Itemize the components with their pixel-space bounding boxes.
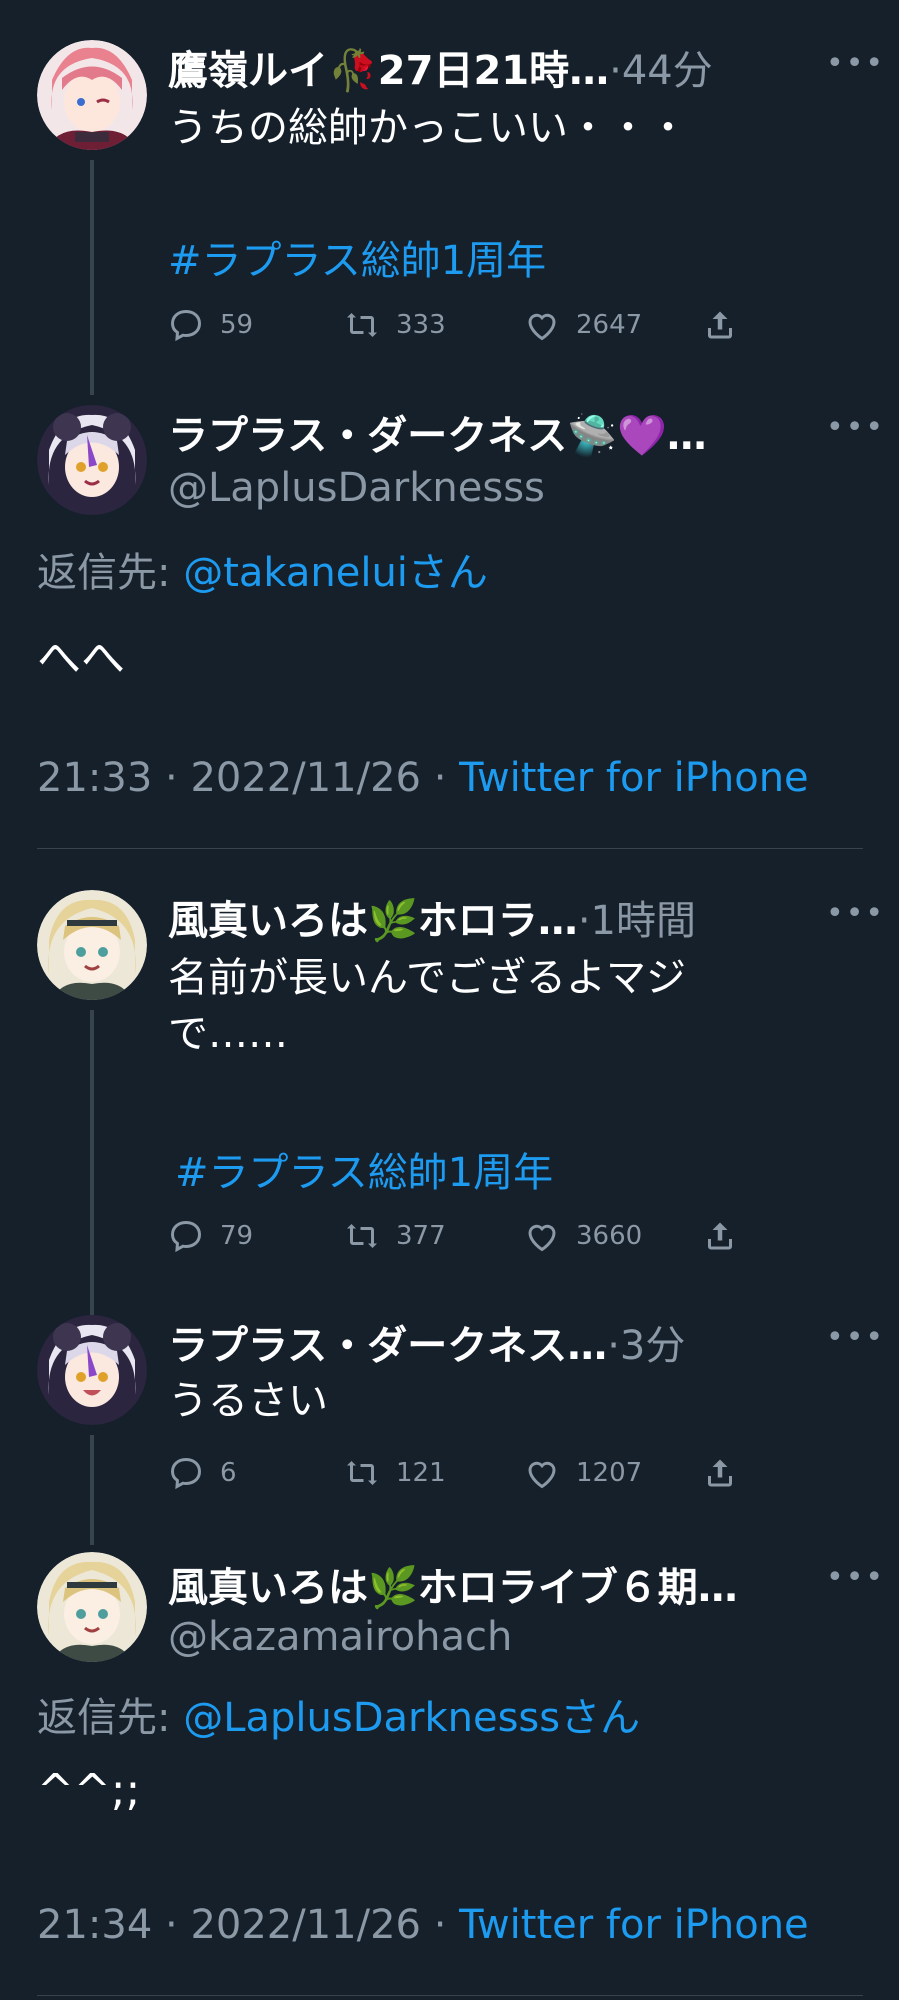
timestamp[interactable]: ·3分 [607, 1323, 685, 1369]
reply-to-line: 返信先: @LaplusDarknesssさん [37, 1695, 641, 1741]
tweet-date: 2022/11/26 [190, 755, 421, 801]
share-icon [708, 1459, 732, 1487]
tweet-actions: 79 377 3660 [168, 1216, 768, 1256]
more-icon[interactable]: ••• [826, 46, 885, 81]
retweet-icon [347, 313, 377, 337]
share-button[interactable] [702, 1216, 754, 1256]
heart-icon [528, 1461, 556, 1489]
display-name[interactable]: ラプラス・ダークネス🛸💜… [168, 403, 788, 461]
tweet-text: うちの総帥かっこいい・・・ [168, 105, 688, 151]
user-handle[interactable]: @LaplusDarknesss [168, 465, 545, 511]
timestamp[interactable]: ·44分 [609, 48, 713, 94]
retweet-button[interactable]: 333 [344, 305, 446, 345]
source-link[interactable]: Twitter for iPhone [459, 755, 809, 801]
tweet-meta: 21:34 · 2022/11/26 · Twitter for iPhone [37, 1902, 809, 1948]
more-icon[interactable]: ••• [826, 410, 885, 445]
retweet-icon [347, 1461, 377, 1485]
share-icon [708, 1222, 732, 1250]
retweet-icon [347, 1224, 377, 1248]
tweet-time: 21:34 [37, 1902, 153, 1948]
share-button[interactable] [702, 1453, 754, 1493]
user-handle[interactable]: @kazamairohach [168, 1614, 512, 1660]
like-button[interactable]: 1207 [524, 1453, 642, 1493]
like-button[interactable]: 2647 [524, 305, 642, 345]
avatar[interactable] [37, 1315, 147, 1425]
like-button[interactable]: 3660 [524, 1216, 642, 1256]
tweet-meta: 21:33 · 2022/11/26 · Twitter for iPhone [37, 755, 809, 801]
thread-line [90, 1010, 94, 1315]
more-icon[interactable]: ••• [826, 896, 885, 931]
share-icon [708, 311, 732, 339]
tweet-actions: 6 121 1207 [168, 1453, 768, 1493]
more-icon[interactable]: ••• [826, 1320, 885, 1355]
more-icon[interactable]: ••• [826, 1560, 885, 1595]
display-name[interactable]: ラプラス・ダークネス…·3分 [168, 1313, 818, 1371]
retweet-button[interactable]: 377 [344, 1216, 446, 1256]
thread-line [90, 1435, 94, 1545]
display-name[interactable]: 風真いろは🌿ホロラ…·1時間 [168, 888, 818, 946]
mention-link[interactable]: @LaplusDarknesssさん [183, 1695, 640, 1741]
avatar[interactable] [37, 890, 147, 1000]
thread-line [90, 160, 94, 395]
tweet-time: 21:33 [37, 755, 153, 801]
reply-button[interactable]: 59 [168, 305, 253, 345]
display-name[interactable]: 風真いろは🌿ホロライブ６期… [168, 1555, 808, 1613]
retweet-button[interactable]: 121 [344, 1453, 446, 1493]
hashtag-link[interactable]: #ラプラス総帥1周年 [175, 1140, 553, 1198]
avatar[interactable] [37, 40, 147, 150]
hashtag-link[interactable]: #ラプラス総帥1周年 [168, 228, 546, 286]
mention-link[interactable]: @takaneluiさん [183, 550, 488, 596]
tweet-date: 2022/11/26 [190, 1902, 421, 1948]
reply-icon [170, 309, 202, 342]
heart-icon [528, 313, 556, 341]
share-button[interactable] [702, 305, 754, 345]
avatar[interactable] [37, 405, 147, 515]
tweet-text: ^^;; [37, 1765, 141, 1816]
display-name[interactable]: 鷹嶺ルイ🥀27日21時…·44分 [168, 38, 818, 96]
avatar[interactable] [37, 1552, 147, 1662]
tweet-text: へへ [37, 633, 125, 684]
reply-button[interactable]: 79 [168, 1216, 253, 1256]
reply-to-line: 返信先: @takaneluiさん [37, 550, 488, 596]
tweet-actions: 59 333 2647 [168, 305, 768, 345]
reply-icon [170, 1457, 202, 1490]
reply-icon [170, 1220, 202, 1253]
divider [37, 848, 863, 849]
tweet-text: うるさい [168, 1378, 328, 1424]
heart-icon [528, 1224, 556, 1252]
divider [37, 1995, 863, 1996]
timestamp[interactable]: ·1時間 [578, 898, 696, 944]
reply-button[interactable]: 6 [168, 1453, 237, 1493]
tweet-text: 名前が長いんでござるよマジ で…… [168, 955, 686, 1057]
source-link[interactable]: Twitter for iPhone [459, 1902, 809, 1948]
